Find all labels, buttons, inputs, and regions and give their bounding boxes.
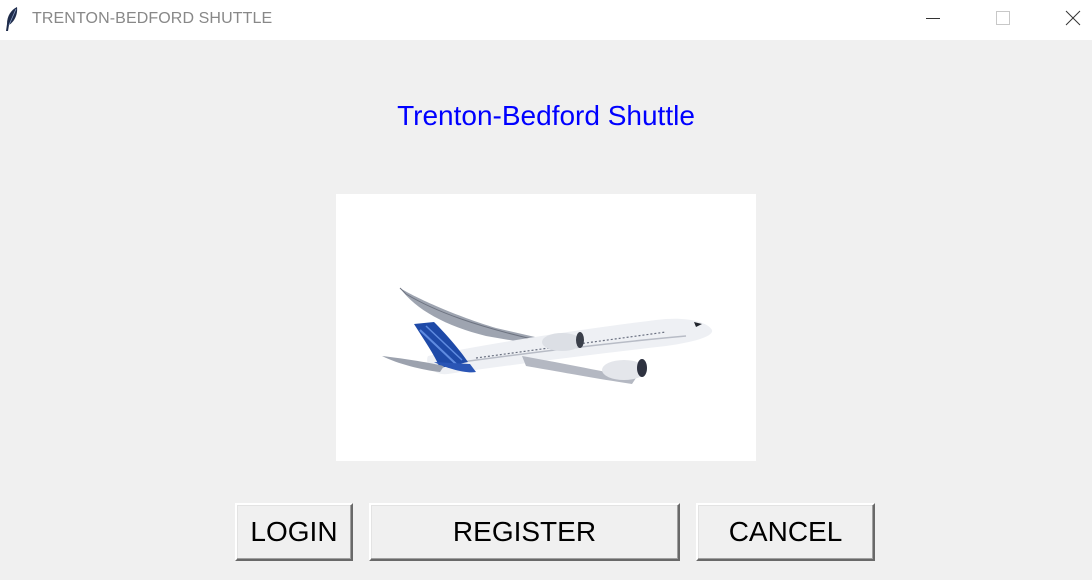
close-icon — [1065, 10, 1081, 31]
close-button[interactable] — [1050, 0, 1092, 40]
title-bar: TRENTON-BEDFORD SHUTTLE — [0, 0, 1092, 40]
feather-icon — [4, 6, 20, 32]
page-title: Trenton-Bedford Shuttle — [397, 100, 695, 131]
airplane-image — [336, 194, 756, 461]
minimize-icon — [925, 10, 941, 31]
cancel-button[interactable]: CANCEL — [696, 503, 875, 561]
window-title: TRENTON-BEDFORD SHUTTLE — [32, 10, 273, 27]
login-button[interactable]: LOGIN — [235, 503, 353, 561]
minimize-button[interactable] — [910, 0, 956, 40]
airplane-icon — [382, 287, 713, 384]
register-button[interactable]: REGISTER — [369, 503, 680, 561]
maximize-icon — [995, 10, 1011, 31]
maximize-button[interactable] — [980, 0, 1026, 40]
